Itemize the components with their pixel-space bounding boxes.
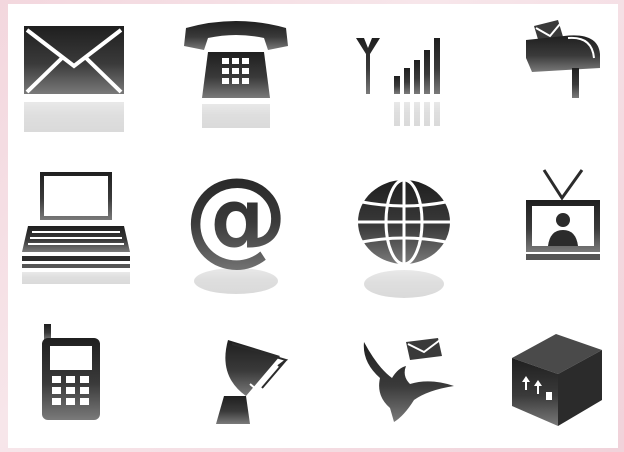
package-box-icon [512,334,602,426]
mobile-phone-icon [42,324,100,420]
television-icon [526,169,600,262]
globe-icon [358,178,450,266]
telephone-icon [180,20,292,100]
satellite-dish-icon [206,336,292,424]
at-sign-icon: @ [184,155,288,277]
dove-with-letter-icon [358,338,454,424]
icon-sheet: @ [8,4,618,448]
signal-strength-icon [356,34,448,94]
svg-text:@: @ [184,155,288,277]
mailbox-icon [524,18,600,98]
laptop-icon [22,172,130,268]
envelope-icon [24,26,124,96]
